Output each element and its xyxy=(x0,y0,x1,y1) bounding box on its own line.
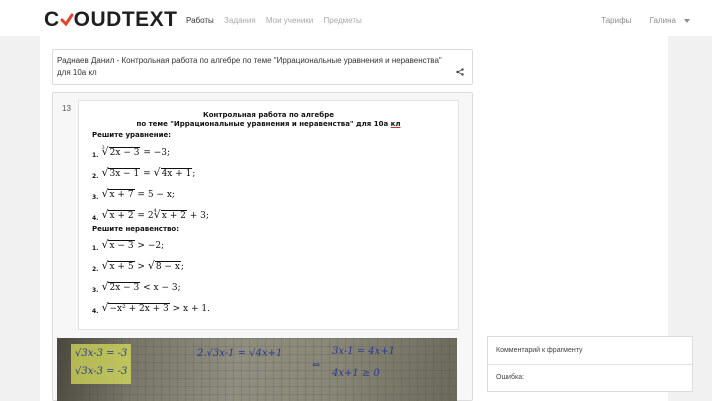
comment-panel: Комментарий к фрагменту Ошибка: xyxy=(487,336,693,392)
handwriting-4: 3x-1 = 4x+1 xyxy=(332,346,396,357)
user-name: Галина xyxy=(649,16,676,25)
fragment-comment-label[interactable]: Комментарий к фрагменту xyxy=(496,347,583,354)
nav-my-students[interactable]: Мои ученики xyxy=(266,16,313,25)
equation-1: 1.3√2x − 3 = −3; xyxy=(92,145,171,159)
chevron-down-icon xyxy=(684,18,690,23)
student-work-photo[interactable]: √3x-3 = -3 √3x-3 = -3 2.√3x-1 = √4x+1 ⇔ … xyxy=(57,338,457,401)
equation-4: 4. √x + 2 = 24√x + 2 + 3; xyxy=(92,208,209,222)
work-title: Раднаев Данил - Контрольная работа по ал… xyxy=(57,56,442,77)
equation-2: 2. √3x − 1 = √4x + 1; xyxy=(92,166,196,180)
handwriting-arrow: ⇔ xyxy=(312,360,321,371)
section-equations-label: Решите уравнение: xyxy=(92,131,172,139)
user-nav: Тарифы Галина xyxy=(593,16,690,26)
checkmark-icon xyxy=(60,8,74,32)
inequality-4: 4. √−x² + 2x + 3 > x + 1. xyxy=(92,301,210,315)
top-navbar: C OUDTEXT Работы Задания Мои ученики Пред… xyxy=(0,0,712,36)
page-number: 13 xyxy=(62,104,71,113)
user-menu[interactable]: Галина xyxy=(642,16,690,25)
nav-subjects[interactable]: Предметы xyxy=(324,16,362,25)
main-nav: Работы Задания Мои ученики Предметы xyxy=(186,16,370,26)
inequality-1: 1. √x − 3 > −2; xyxy=(92,238,165,252)
inequality-2: 2. √x + 5 > √8 − x; xyxy=(92,259,184,273)
error-label[interactable]: Ошибка: xyxy=(496,374,524,381)
section-inequalities-label: Решите неравенство: xyxy=(92,225,180,233)
handwriting-2: √3x-3 = -3 xyxy=(75,366,128,377)
work-title-box: Раднаев Данил - Контрольная работа по ал… xyxy=(52,49,473,85)
nav-tariffs[interactable]: Тарифы xyxy=(601,16,631,25)
handwriting-1: √3x-3 = -3 xyxy=(75,348,128,359)
task-sheet[interactable]: Контрольная работа по алгебре по теме "И… xyxy=(78,100,459,330)
logo[interactable]: C OUDTEXT xyxy=(44,8,178,32)
handwriting-3: 2.√3x-1 = √4x+1 xyxy=(197,348,283,359)
nav-works[interactable]: Работы xyxy=(186,16,214,25)
sheet-title: Контрольная работа по алгебре по теме "И… xyxy=(136,111,401,128)
equation-3: 3. √x + 7 = 5 − x; xyxy=(92,187,175,201)
inequality-3: 3. √2x − 3 < x − 3; xyxy=(92,280,181,294)
nav-tasks[interactable]: Задания xyxy=(224,16,256,25)
handwriting-5: 4x+1 ≥ 0 xyxy=(332,368,380,379)
share-icon[interactable] xyxy=(456,68,464,76)
